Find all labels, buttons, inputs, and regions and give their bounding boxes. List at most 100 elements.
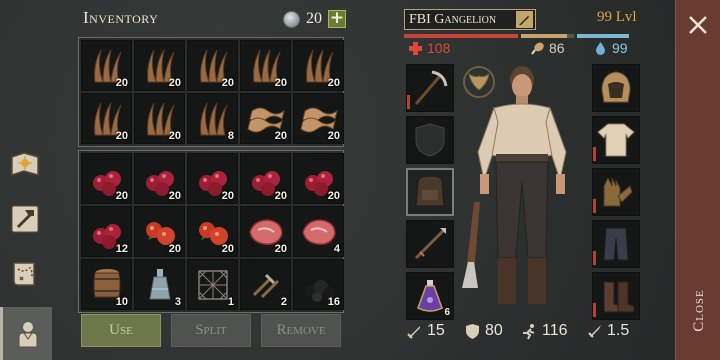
spear-icon xyxy=(414,228,446,260)
combat-stats: 15 80 116 1.5 xyxy=(404,322,640,350)
attack-stat: 15 xyxy=(406,322,445,340)
durability-bar xyxy=(593,303,596,317)
item-quantity: 16 xyxy=(327,296,340,308)
coin-icon xyxy=(283,10,300,28)
add-coins-button[interactable]: + xyxy=(328,10,346,28)
item-quantity: 20 xyxy=(168,243,181,255)
inventory-slot[interactable]: 20 xyxy=(293,93,344,144)
inventory-slot[interactable]: 20 xyxy=(81,40,132,91)
crafting-book-tab[interactable] xyxy=(4,143,46,185)
speed-stat: 116 xyxy=(521,322,568,340)
inventory-slot[interactable]: 20 xyxy=(240,153,291,204)
water-stat: 99 xyxy=(593,40,628,56)
inventory-slot[interactable]: 20 xyxy=(240,206,291,257)
close-panel[interactable]: Close xyxy=(675,0,720,360)
water-value: 99 xyxy=(612,40,628,56)
inventory-slot[interactable]: 20 xyxy=(81,153,132,204)
straw-icon xyxy=(199,102,227,135)
equip-slot-gloves[interactable] xyxy=(592,168,640,216)
health-cross-icon xyxy=(409,41,422,55)
water-bar xyxy=(577,34,629,38)
nails-icon xyxy=(252,273,279,298)
inventory-slot[interactable]: 20 xyxy=(187,206,238,257)
player-level: 99 Lvl xyxy=(597,9,637,25)
close-icon[interactable] xyxy=(687,14,709,36)
dagger-icon xyxy=(588,324,601,338)
item-quantity: 20 xyxy=(168,77,181,89)
shield-stat-icon xyxy=(466,323,479,339)
inventory-slot[interactable]: 8 xyxy=(187,93,238,144)
inventory-slot[interactable]: 3 xyxy=(134,259,185,310)
item-quantity: 20 xyxy=(115,190,128,202)
item-quantity: 20 xyxy=(274,190,287,202)
item-quantity: 6 xyxy=(444,307,450,318)
item-quantity: 4 xyxy=(333,243,340,255)
item-grid: 20 20 20 20 20 12 20 20 20 4 10 3 1 2 16 xyxy=(78,150,344,313)
inventory-slot[interactable]: 20 xyxy=(81,93,132,144)
inventory-slot[interactable]: 1 xyxy=(187,259,238,310)
inventory-slot[interactable]: 20 xyxy=(293,40,344,91)
action-buttons: Use Split Remove xyxy=(81,314,341,347)
inventory-slot[interactable]: 20 xyxy=(240,93,291,144)
weight-value: 1.5 xyxy=(607,322,630,339)
map-tab[interactable] xyxy=(4,253,46,295)
item-quantity: 2 xyxy=(280,296,287,308)
armor-equip-column xyxy=(592,64,640,324)
build-tab[interactable] xyxy=(4,198,46,240)
item-quantity: 20 xyxy=(115,77,128,89)
inventory-slot[interactable]: 20 xyxy=(134,206,185,257)
running-icon xyxy=(523,323,535,339)
character-name-field[interactable]: FBI Gangelion xyxy=(404,9,536,30)
inventory-slot[interactable]: 20 xyxy=(187,153,238,204)
equip-slot-backpack[interactable] xyxy=(406,168,454,216)
equip-slot-pickaxe[interactable] xyxy=(406,64,454,112)
pickaxe-icon xyxy=(414,70,448,105)
split-button[interactable]: Split xyxy=(171,314,251,347)
item-quantity: 3 xyxy=(174,296,181,308)
equip-slot-spear[interactable] xyxy=(406,220,454,268)
item-quantity: 20 xyxy=(327,130,340,142)
equip-slot-pants[interactable] xyxy=(592,220,640,268)
inventory-slot[interactable]: 20 xyxy=(187,40,238,91)
food-value: 86 xyxy=(549,40,565,56)
use-button[interactable]: Use xyxy=(81,314,161,347)
equip-slot-hood[interactable] xyxy=(592,64,640,112)
inventory-slot[interactable]: 16 xyxy=(293,259,344,310)
boots-icon xyxy=(603,281,635,313)
inventory-slot[interactable]: 10 xyxy=(81,259,132,310)
equip-slot-shield[interactable] xyxy=(406,116,454,164)
remove-button[interactable]: Remove xyxy=(261,314,341,347)
close-button[interactable]: Close xyxy=(678,270,720,350)
inventory-slot[interactable]: 2 xyxy=(240,259,291,310)
inventory-slot[interactable]: 12 xyxy=(81,206,132,257)
inventory-title: Inventory xyxy=(83,8,159,27)
equip-slot-shirt[interactable] xyxy=(592,116,640,164)
equip-slot-potion[interactable]: 6 xyxy=(406,272,454,320)
item-quantity: 8 xyxy=(227,130,234,142)
scroll-map-icon xyxy=(13,262,35,286)
inventory-slot[interactable]: 20 xyxy=(240,40,291,91)
food-stat: 86 xyxy=(530,40,565,56)
edit-name-icon[interactable] xyxy=(516,11,533,28)
inventory-slot[interactable]: 20 xyxy=(293,153,344,204)
inventory-slot[interactable]: 20 xyxy=(134,40,185,91)
raw-meat-icon xyxy=(301,218,336,245)
resource-grid: 20 20 20 20 20 20 20 8 20 20 xyxy=(78,37,344,147)
item-quantity: 20 xyxy=(327,190,340,202)
item-quantity: 20 xyxy=(115,130,128,142)
character-tab[interactable] xyxy=(0,307,52,360)
defense-stat: 80 xyxy=(464,322,503,340)
item-quantity: 20 xyxy=(221,190,234,202)
inventory-slot[interactable]: 4 xyxy=(293,206,344,257)
inventory-slot[interactable]: 20 xyxy=(134,93,185,144)
inventory-slot[interactable]: 20 xyxy=(134,153,185,204)
close-label: Close xyxy=(690,288,707,332)
shield-icon xyxy=(415,123,445,157)
item-quantity: 20 xyxy=(327,77,340,89)
character-icon xyxy=(18,321,37,347)
character-figure xyxy=(462,66,567,304)
equip-slot-boots[interactable] xyxy=(592,272,640,320)
hammer-icon xyxy=(11,205,39,233)
defense-value: 80 xyxy=(485,322,503,339)
item-quantity: 20 xyxy=(221,243,234,255)
